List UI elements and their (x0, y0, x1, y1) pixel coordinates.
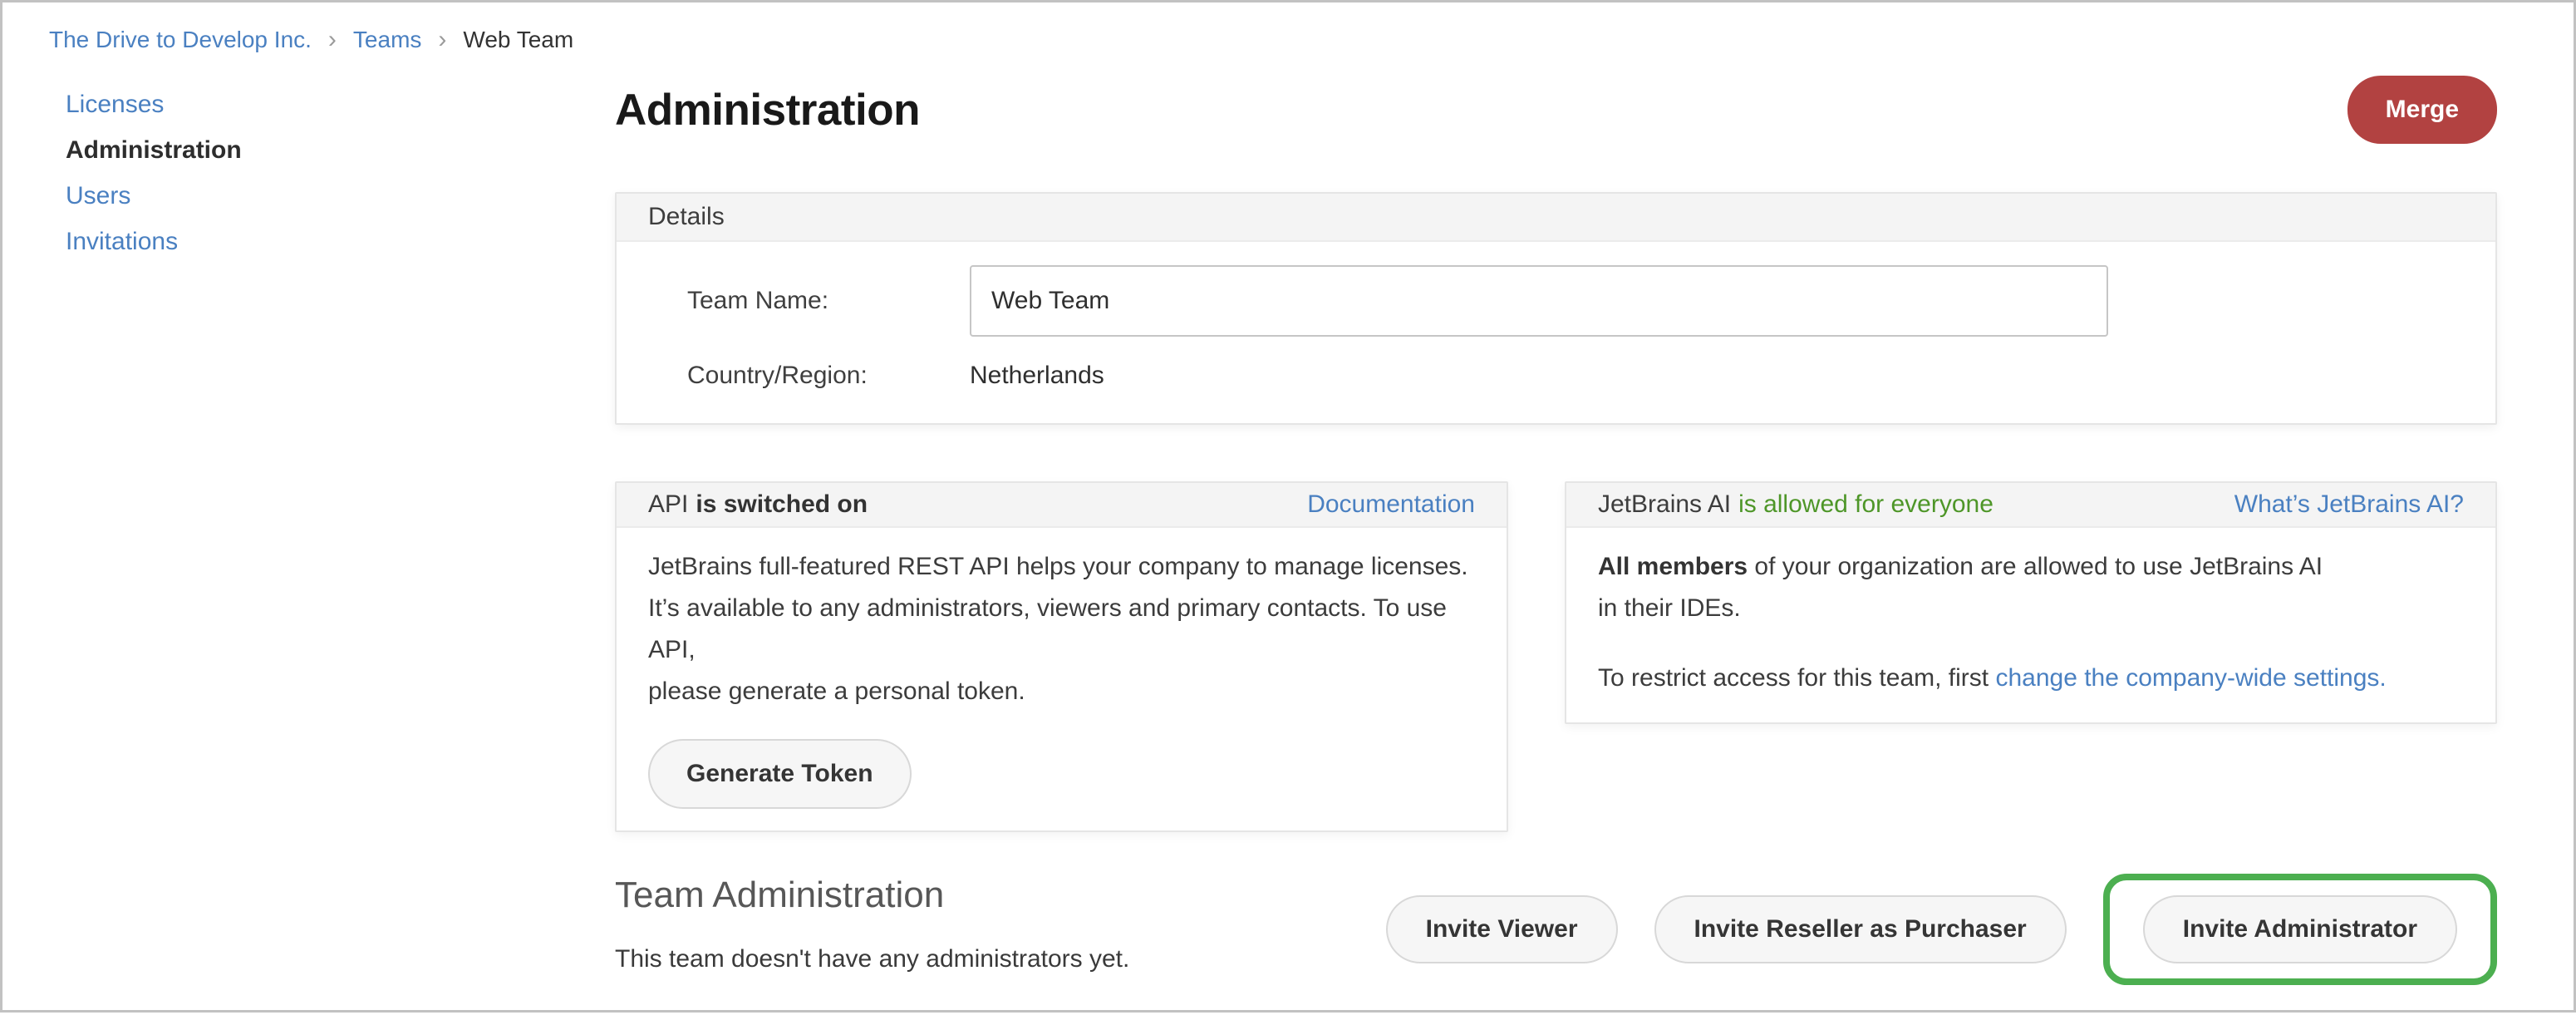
ai-card-body: All members of your organization are all… (1566, 528, 2495, 722)
jetbrains-ai-card: JetBrains AIis allowed for everyone What… (1565, 481, 2497, 724)
breadcrumb-company-link[interactable]: The Drive to Develop Inc. (49, 27, 312, 52)
sidebar: Licenses Administration Users Invitation… (2, 52, 615, 275)
api-title-prefix: API (648, 490, 688, 518)
sidebar-item-invitations[interactable]: Invitations (66, 229, 615, 254)
main-header: Administration Merge (615, 76, 2497, 144)
page-title: Administration (615, 83, 920, 137)
sidebar-item-users[interactable]: Users (66, 184, 615, 209)
details-panel: Details Team Name: Country/Region: Nethe… (615, 192, 2497, 425)
country-region-label: Country/Region: (687, 362, 970, 390)
breadcrumb: The Drive to Develop Inc. › Teams › Web … (2, 2, 2574, 52)
ai-members-text-line2: in their IDEs. (1598, 588, 2464, 629)
ai-card-title: JetBrains AIis allowed for everyone (1598, 491, 1993, 518)
api-description-line: JetBrains full-featured REST API helps y… (648, 546, 1475, 588)
info-cards-row: API is switched on Documentation JetBrain… (615, 481, 2497, 832)
page-layout: Licenses Administration Users Invitation… (2, 52, 2574, 1015)
api-card: API is switched on Documentation JetBrain… (615, 481, 1508, 832)
team-name-label: Team Name: (687, 287, 970, 315)
api-description-line: It’s available to any administrators, vi… (648, 588, 1475, 671)
api-description-line: please generate a personal token. (648, 671, 1475, 712)
ai-card-header: JetBrains AIis allowed for everyone What… (1566, 483, 2495, 528)
details-panel-body: Team Name: Country/Region: Netherlands (617, 242, 2495, 423)
team-name-row: Team Name: (687, 265, 2464, 337)
ai-title-prefix: JetBrains AI (1598, 490, 1731, 518)
api-card-body: JetBrains full-featured REST API helps y… (617, 528, 1507, 830)
generate-token-button[interactable]: Generate Token (648, 739, 912, 809)
ai-restrict-text: To restrict access for this team, first (1598, 664, 1995, 692)
breadcrumb-separator-icon: › (328, 27, 337, 52)
sidebar-item-administration[interactable]: Administration (66, 138, 615, 163)
api-card-title: API is switched on (648, 491, 868, 518)
invite-administrator-highlight-box: Invite Administrator (2103, 874, 2497, 985)
breadcrumb-current-page: Web Team (463, 27, 573, 52)
invite-buttons-row: Invite Viewer Invite Reseller as Purchas… (1386, 874, 2497, 985)
breadcrumb-teams-link[interactable]: Teams (353, 27, 421, 52)
api-status-text: is switched on (696, 490, 868, 518)
merge-button[interactable]: Merge (2347, 76, 2497, 144)
documentation-link[interactable]: Documentation (1307, 491, 1475, 518)
main-content: Administration Merge Details Team Name: … (615, 52, 2497, 1015)
team-name-input[interactable] (970, 265, 2108, 337)
invite-reseller-as-purchaser-button[interactable]: Invite Reseller as Purchaser (1654, 895, 2067, 963)
ai-restrict-paragraph: To restrict access for this team, first … (1598, 658, 2464, 699)
country-region-row: Country/Region: Netherlands (687, 362, 2464, 390)
sidebar-item-licenses[interactable]: Licenses (66, 92, 615, 117)
details-panel-header: Details (617, 194, 2495, 242)
invite-viewer-button[interactable]: Invite Viewer (1386, 895, 1618, 963)
ai-members-text: of your organization are allowed to use … (1748, 553, 2323, 580)
ai-members-paragraph: All members of your organization are all… (1598, 546, 2464, 629)
team-administration-section: Team Administration This team doesn't ha… (615, 874, 2497, 1015)
invite-administrator-button[interactable]: Invite Administrator (2143, 895, 2457, 963)
api-card-header: API is switched on Documentation (617, 483, 1507, 528)
company-wide-settings-link[interactable]: change the company-wide settings. (1995, 664, 2386, 692)
all-members-bold-text: All members (1598, 553, 1748, 580)
ai-status-text: is allowed for everyone (1738, 490, 1993, 518)
country-region-value: Netherlands (970, 362, 1104, 390)
whats-jetbrains-ai-link[interactable]: What’s JetBrains AI? (2234, 491, 2464, 518)
breadcrumb-separator-icon: › (438, 27, 446, 52)
